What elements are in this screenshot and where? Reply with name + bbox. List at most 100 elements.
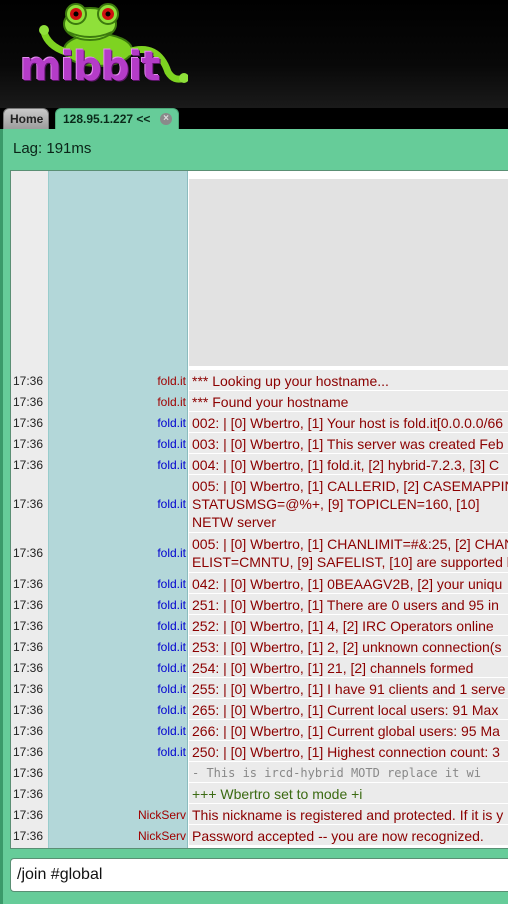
- message-input-box: [10, 858, 508, 892]
- chat-message-row: 17:36 fold.it 005: | [0] Wbertro, [1] CHAN…: [11, 533, 508, 573]
- message-text: *** Looking up your hostname...: [189, 370, 508, 391]
- empty-line: [189, 247, 508, 265]
- message-nick[interactable]: fold.it: [49, 497, 186, 511]
- chat-message-row: 17:36 fold.it 254: | [0] Wbertro, [1] 21, …: [11, 657, 508, 678]
- chat-message-row: 17:36 fold.it 005: | [0] Wbertro, [1] CALL…: [11, 475, 508, 533]
- message-time: 17:36: [13, 786, 44, 801]
- message-text: 005: | [0] Wbertro, [1] CHANLIMIT=#&:25,…: [189, 533, 508, 573]
- message-time: 17:36: [13, 576, 44, 591]
- message-nick[interactable]: fold.it: [49, 546, 186, 560]
- tab-server[interactable]: 128.95.1.227 << ×: [55, 108, 179, 130]
- empty-line: [189, 349, 508, 367]
- empty-line: [189, 196, 508, 214]
- message-text: 004: | [0] Wbertro, [1] fold.it, [2] hyb…: [189, 454, 508, 475]
- empty-line: [189, 230, 508, 248]
- message-time: 17:36: [13, 744, 44, 759]
- message-nick[interactable]: fold.it: [49, 437, 186, 451]
- chat-message-row: 17:36 fold.it 003: | [0] Wbertro, [1] This…: [11, 433, 508, 454]
- message-text: 252: | [0] Wbertro, [1] 4, [2] IRC Opera…: [189, 615, 508, 636]
- message-nick[interactable]: fold.it: [49, 416, 186, 430]
- app-header: mibbit: [0, 0, 508, 108]
- message-text: Password accepted -- you are now recogni…: [189, 825, 508, 846]
- message-nick[interactable]: fold.it: [49, 577, 186, 591]
- message-time: 17:36: [13, 618, 44, 633]
- message-text: 250: | [0] Wbertro, [1] Highest connecti…: [189, 741, 508, 762]
- message-input[interactable]: [17, 861, 507, 889]
- message-time: 17:36: [13, 436, 44, 451]
- message-time: 17:36: [13, 497, 44, 511]
- message-text: 265: | [0] Wbertro, [1] Current local us…: [189, 699, 508, 720]
- message-time: 17:36: [13, 597, 44, 612]
- chat-message-row: 17:36 fold.it *** Found your hostname: [11, 391, 508, 412]
- message-nick[interactable]: NickServ: [49, 829, 186, 843]
- server-panel: Lag: 191ms 17:36 fold.it *** Looking up yo…: [0, 129, 508, 904]
- message-text: *** Found your hostname: [189, 391, 508, 412]
- empty-line: [189, 332, 508, 350]
- message-text: 005: | [0] Wbertro, [1] CALLERID, [2] CA…: [189, 475, 508, 533]
- message-nick[interactable]: fold.it: [49, 745, 186, 759]
- empty-line: [189, 281, 508, 299]
- tab-bar: Home 128.95.1.227 << ×: [0, 106, 508, 130]
- message-time: 17:36: [13, 702, 44, 717]
- chat-message-row: 17:36 fold.it 265: | [0] Wbertro, [1] Curr…: [11, 699, 508, 720]
- empty-line: [189, 298, 508, 316]
- message-nick[interactable]: fold.it: [49, 374, 186, 388]
- message-time: 17:36: [13, 723, 44, 738]
- mibbit-logo: mibbit: [8, 2, 189, 94]
- message-nick[interactable]: fold.it: [49, 724, 186, 738]
- message-text: 254: | [0] Wbertro, [1] 21, [2] channels…: [189, 657, 508, 678]
- tab-server-label: 128.95.1.227 <<: [63, 112, 151, 126]
- chat-message-row: 17:36 - This is ircd-hybrid MOTD replace …: [11, 762, 508, 783]
- message-text: - This is ircd-hybrid MOTD replace it wi: [189, 762, 508, 783]
- message-nick[interactable]: fold.it: [49, 661, 186, 675]
- chat-message-row: 17:36 fold.it 002: | [0] Wbertro, [1] Your…: [11, 412, 508, 433]
- chat-message-row: 17:36 fold.it 004: | [0] Wbertro, [1] fold…: [11, 454, 508, 475]
- message-time: 17:36: [13, 828, 44, 843]
- logo-text: mibbit: [20, 44, 160, 90]
- message-time: 17:36: [13, 394, 44, 409]
- message-time: 17:36: [13, 546, 44, 560]
- chat-message-row: 17:36 fold.it 042: | [0] Wbertro, [1] 0BEA…: [11, 573, 508, 594]
- close-icon[interactable]: ×: [160, 113, 172, 125]
- chat-message-row: 17:36 fold.it 252: | [0] Wbertro, [1] 4, […: [11, 615, 508, 636]
- message-text: 255: | [0] Wbertro, [1] I have 91 client…: [189, 678, 508, 699]
- message-text: +++ Wbertro set to mode +i: [189, 783, 508, 804]
- message-text: 002: | [0] Wbertro, [1] Your host is fol…: [189, 412, 508, 433]
- message-time: 17:36: [13, 681, 44, 696]
- message-text: 266: | [0] Wbertro, [1] Current global u…: [189, 720, 508, 741]
- message-nick[interactable]: fold.it: [49, 640, 186, 654]
- message-nick[interactable]: fold.it: [49, 703, 186, 717]
- message-text: 003: | [0] Wbertro, [1] This server was …: [189, 433, 508, 454]
- message-nick[interactable]: fold.it: [49, 598, 186, 612]
- message-time: 17:36: [13, 457, 44, 472]
- message-nick[interactable]: fold.it: [49, 395, 186, 409]
- message-time: 17:36: [13, 765, 44, 780]
- chat-message-row: 17:36 fold.it *** Looking up your hostname…: [11, 370, 508, 391]
- chat-message-row: 17:36 fold.it 266: | [0] Wbertro, [1] Curr…: [11, 720, 508, 741]
- tab-home[interactable]: Home: [3, 108, 49, 130]
- message-time: 17:36: [13, 807, 44, 822]
- message-time: 17:36: [13, 373, 44, 388]
- chat-message-row: 17:36 fold.it 255: | [0] Wbertro, [1] I ha…: [11, 678, 508, 699]
- chat-log[interactable]: 17:36 fold.it *** Looking up your hostname…: [10, 170, 508, 849]
- empty-line: [189, 179, 508, 197]
- message-nick[interactable]: NickServ: [49, 808, 186, 822]
- message-time: 17:36: [13, 639, 44, 654]
- chat-message-row: 17:36 NickServ Password accepted -- you ar…: [11, 825, 508, 846]
- message-time: 17:36: [13, 660, 44, 675]
- chat-message-row: 17:36 fold.it 251: | [0] Wbertro, [1] Ther…: [11, 594, 508, 615]
- message-nick[interactable]: fold.it: [49, 619, 186, 633]
- chat-message-row: 17:36 NickServ This nickname is registered…: [11, 804, 508, 825]
- message-text: 253: | [0] Wbertro, [1] 2, [2] unknown c…: [189, 636, 508, 657]
- message-time: 17:36: [13, 415, 44, 430]
- message-nick[interactable]: fold.it: [49, 682, 186, 696]
- lag-indicator: Lag: 191ms: [13, 140, 92, 157]
- empty-line: [189, 315, 508, 333]
- message-nick[interactable]: fold.it: [49, 458, 186, 472]
- chat-message-row: 17:36 +++ Wbertro set to mode +i: [11, 783, 508, 804]
- message-text: 042: | [0] Wbertro, [1] 0BEAAGV2B, [2] y…: [189, 573, 508, 594]
- chat-message-row: 17:36 fold.it 250: | [0] Wbertro, [1] High…: [11, 741, 508, 762]
- empty-line: [189, 213, 508, 231]
- message-text: This nickname is registered and protecte…: [189, 804, 508, 825]
- empty-line: [189, 264, 508, 282]
